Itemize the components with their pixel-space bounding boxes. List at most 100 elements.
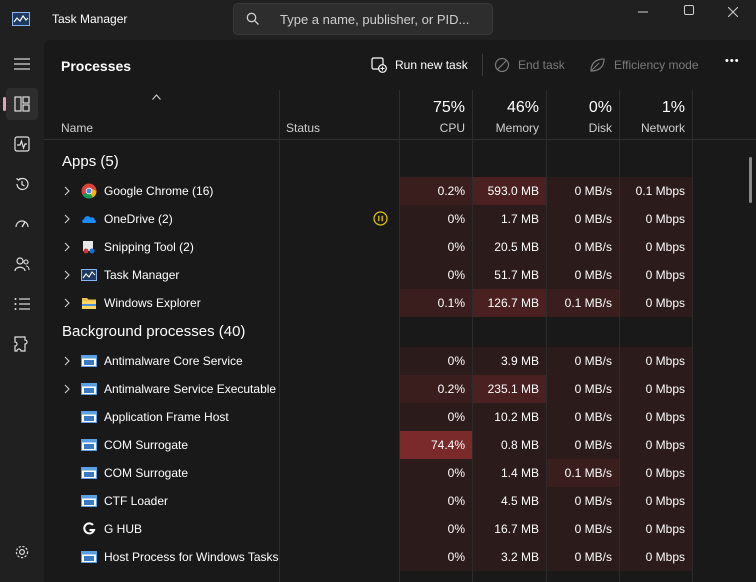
memory-cell: 235.1 MB bbox=[473, 375, 546, 403]
search-box[interactable]: Type a name, publisher, or PID... bbox=[233, 3, 493, 35]
onedrive-icon bbox=[82, 216, 96, 223]
cpu-cell: 0% bbox=[400, 515, 472, 543]
process-row[interactable]: G HUB 0% 16.7 MB 0 MB/s 0 Mbps bbox=[44, 515, 756, 543]
nav-processes[interactable] bbox=[3, 88, 38, 120]
column-header-disk[interactable]: 0% Disk bbox=[547, 90, 619, 140]
more-options-icon: ••• bbox=[725, 55, 740, 67]
end-task-button[interactable]: End task bbox=[494, 57, 565, 73]
paused-icon bbox=[373, 211, 388, 226]
search-placeholder[interactable]: Type a name, publisher, or PID... bbox=[280, 12, 469, 27]
chevron-right-icon[interactable] bbox=[64, 186, 70, 196]
network-total-percent: 1% bbox=[661, 99, 685, 116]
column-name-label: Name bbox=[61, 121, 94, 135]
process-row[interactable]: COM Surrogate 74.4% 0.8 MB 0 MB/s 0 Mbps bbox=[44, 431, 756, 459]
network-cell: 0 Mbps bbox=[620, 543, 692, 571]
maximize-button[interactable] bbox=[666, 0, 712, 22]
chevron-right-icon[interactable] bbox=[64, 356, 70, 366]
process-row[interactable]: Antimalware Service Executable 0.2% 235.… bbox=[44, 375, 756, 403]
service-window-icon bbox=[81, 495, 97, 507]
chevron-right-icon[interactable] bbox=[64, 270, 70, 280]
toolbar: Processes Run new task End task Efficien… bbox=[44, 40, 756, 90]
disk-cell: 0.1 MB/s bbox=[547, 289, 619, 317]
hamburger-menu-button[interactable] bbox=[6, 48, 38, 80]
memory-cell: 20.5 MB bbox=[473, 233, 546, 261]
network-cell: 0 Mbps bbox=[620, 515, 692, 543]
close-button[interactable] bbox=[710, 0, 756, 24]
memory-cell: 3.2 MB bbox=[473, 543, 546, 571]
snipping-tool-icon bbox=[83, 241, 95, 254]
cpu-cell: 0% bbox=[400, 459, 472, 487]
memory-cell: 4.5 MB bbox=[473, 487, 546, 515]
disk-cell: 0 MB/s bbox=[547, 515, 619, 543]
process-row[interactable]: Google Chrome (16) 0.2% 593.0 MB 0 MB/s … bbox=[44, 177, 756, 205]
folder-icon bbox=[82, 298, 96, 309]
process-name: OneDrive (2) bbox=[104, 212, 173, 226]
nav-settings[interactable] bbox=[6, 536, 38, 568]
chevron-right-icon[interactable] bbox=[64, 298, 70, 308]
hamburger-icon bbox=[14, 58, 30, 70]
column-header-cpu[interactable]: 75% CPU bbox=[400, 90, 472, 140]
column-header-memory[interactable]: 46% Memory bbox=[473, 90, 546, 140]
nav-startup-apps[interactable] bbox=[6, 208, 38, 240]
chevron-right-icon[interactable] bbox=[64, 214, 70, 224]
process-row[interactable]: Task Manager 0% 51.7 MB 0 MB/s 0 Mbps bbox=[44, 261, 756, 289]
network-cell: 0 Mbps bbox=[620, 233, 692, 261]
process-row[interactable]: OneDrive (2) 0% 1.7 MB 0 MB/s 0 Mbps bbox=[44, 205, 756, 233]
disk-cell: 0 MB/s bbox=[547, 177, 619, 205]
process-name: Antimalware Service Executable bbox=[104, 382, 277, 396]
network-cell: 0 Mbps bbox=[620, 431, 692, 459]
task-manager-app-icon bbox=[12, 12, 30, 26]
group-header-apps[interactable]: Apps (5) bbox=[44, 147, 756, 177]
column-header-name[interactable]: Name bbox=[44, 90, 279, 140]
run-new-task-button[interactable]: Run new task bbox=[371, 57, 468, 73]
nav-users[interactable] bbox=[6, 248, 38, 280]
disk-cell: 0 MB/s bbox=[547, 543, 619, 571]
chevron-right-icon[interactable] bbox=[64, 384, 70, 394]
process-row[interactable]: Application Frame Host 0% 10.2 MB 0 MB/s… bbox=[44, 403, 756, 431]
run-new-task-label: Run new task bbox=[395, 58, 468, 72]
network-cell: 0 Mbps bbox=[620, 403, 692, 431]
vertical-scrollbar[interactable] bbox=[749, 157, 752, 203]
memory-cell: 593.0 MB bbox=[473, 177, 546, 205]
process-name: Windows Explorer bbox=[104, 296, 201, 310]
efficiency-mode-button[interactable]: Efficiency mode bbox=[589, 57, 699, 73]
column-cpu-label: CPU bbox=[439, 121, 465, 135]
main-panel: Processes Run new task End task Efficien… bbox=[44, 40, 756, 582]
disk-cell: 0 MB/s bbox=[547, 487, 619, 515]
minimize-button[interactable] bbox=[620, 0, 666, 24]
nav-app-history[interactable] bbox=[6, 168, 38, 200]
memory-cell: 1.7 MB bbox=[473, 205, 546, 233]
window-title: Task Manager bbox=[52, 12, 128, 26]
process-list: Apps (5) Google Chrome (16) 0.2% 593.0 M… bbox=[44, 147, 756, 571]
process-row[interactable]: Snipping Tool (2) 0% 20.5 MB 0 MB/s 0 Mb… bbox=[44, 233, 756, 261]
process-name: Application Frame Host bbox=[104, 410, 229, 424]
nav-performance[interactable] bbox=[6, 128, 38, 160]
network-cell: 0 Mbps bbox=[620, 459, 692, 487]
column-header-status[interactable]: Status bbox=[280, 90, 399, 140]
performance-icon bbox=[14, 136, 30, 152]
cpu-cell: 0% bbox=[400, 233, 472, 261]
process-row[interactable]: Windows Explorer 0.1% 126.7 MB 0.1 MB/s … bbox=[44, 289, 756, 317]
group-label: Apps (5) bbox=[62, 153, 119, 170]
more-options-button[interactable]: ••• bbox=[725, 55, 740, 67]
group-header-background[interactable]: Background processes (40) bbox=[44, 317, 756, 347]
column-header-network[interactable]: 1% Network bbox=[620, 90, 692, 140]
service-window-icon bbox=[81, 411, 97, 423]
memory-cell: 126.7 MB bbox=[473, 289, 546, 317]
memory-cell: 3.9 MB bbox=[473, 347, 546, 375]
process-name: Antimalware Core Service bbox=[104, 354, 243, 368]
process-row[interactable]: Antimalware Core Service 0% 3.9 MB 0 MB/… bbox=[44, 347, 756, 375]
chevron-right-icon[interactable] bbox=[64, 242, 70, 252]
minimize-icon bbox=[638, 11, 648, 13]
cpu-cell: 0% bbox=[400, 347, 472, 375]
nav-details[interactable] bbox=[6, 288, 38, 320]
cpu-cell: 74.4% bbox=[400, 431, 472, 459]
disk-total-percent: 0% bbox=[588, 99, 612, 116]
process-row[interactable]: CTF Loader 0% 4.5 MB 0 MB/s 0 Mbps bbox=[44, 487, 756, 515]
gear-icon bbox=[15, 545, 29, 559]
sort-ascending-icon bbox=[152, 94, 161, 100]
nav-services[interactable] bbox=[6, 328, 38, 360]
process-row[interactable]: COM Surrogate 0% 1.4 MB 0.1 MB/s 0 Mbps bbox=[44, 459, 756, 487]
process-row[interactable]: Host Process for Windows Tasks 0% 3.2 MB… bbox=[44, 543, 756, 571]
network-cell: 0 Mbps bbox=[620, 347, 692, 375]
